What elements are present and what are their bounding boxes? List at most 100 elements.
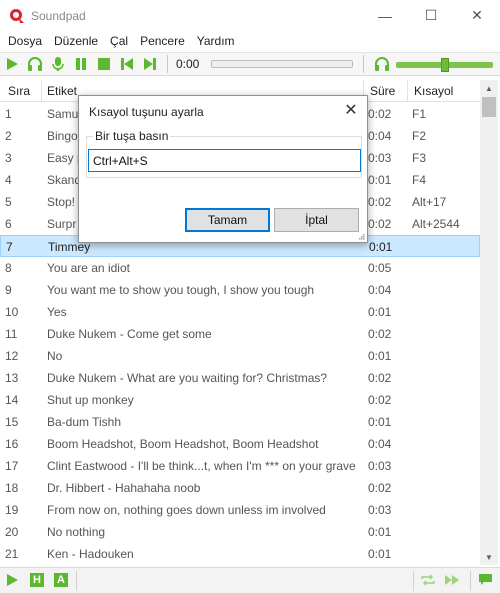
play-icon: [7, 574, 18, 586]
row-index: 10: [5, 305, 19, 319]
scroll-up-arrow-icon[interactable]: ▲: [480, 80, 498, 96]
soundpad-logo-icon: [9, 8, 25, 24]
row-tag: Stop!: [47, 195, 76, 209]
column-header-shortcut[interactable]: Kısayol: [414, 84, 453, 98]
row-duration: 0:01: [368, 547, 392, 561]
row-duration: 0:02: [368, 481, 392, 495]
play-icon: [6, 58, 18, 70]
row-index: 8: [5, 261, 12, 275]
column-divider[interactable]: [41, 80, 42, 102]
cancel-button[interactable]: İptal: [274, 208, 359, 232]
table-row[interactable]: 13 Duke Nukem - What are you waiting for?…: [0, 367, 480, 389]
table-row[interactable]: 20 No nothing 0:01: [0, 521, 480, 543]
status-play-button[interactable]: [5, 573, 19, 590]
table-row[interactable]: 18 Dr. Hibbert - Hahahaha noob 0:02: [0, 477, 480, 499]
close-button[interactable]: ✕: [454, 0, 500, 31]
column-header-tag[interactable]: Etiket: [47, 84, 77, 98]
volume-slider-thumb[interactable]: [441, 58, 449, 72]
row-tag: Duke Nukem - What are you waiting for? C…: [47, 371, 328, 385]
title-bar: Soundpad — ☐ ✕: [0, 0, 500, 31]
minimize-button[interactable]: —: [362, 0, 408, 31]
hotkey-input[interactable]: [88, 149, 361, 172]
column-header-index[interactable]: Sıra: [8, 84, 30, 98]
previous-icon: [120, 58, 133, 70]
row-duration: 0:01: [368, 415, 392, 429]
window-title: Soundpad: [31, 8, 86, 23]
row-index: 6: [5, 217, 12, 231]
column-divider[interactable]: [407, 80, 408, 102]
row-duration: 0:05: [368, 261, 392, 275]
row-tag: Surpr: [47, 217, 77, 231]
menu-dosya[interactable]: Dosya: [2, 34, 48, 48]
row-shortcut: F4: [412, 173, 427, 187]
row-index: 3: [5, 151, 12, 165]
dialog-close-button[interactable]: ✕: [341, 100, 361, 120]
table-row[interactable]: 15 Ba-dum Tishh 0:01: [0, 411, 480, 433]
column-header-duration[interactable]: Süre: [370, 84, 395, 98]
table-row[interactable]: 9 You want me to show you tough, I show y…: [0, 279, 480, 301]
table-row[interactable]: 8 You are an idiot 0:05: [0, 257, 480, 279]
toolbar-separator: [167, 55, 168, 73]
toolbar: 0:00: [0, 52, 500, 76]
previous-button[interactable]: [115, 53, 138, 75]
headphones-icon: [374, 57, 389, 71]
row-duration: 0:03: [368, 459, 392, 473]
table-row[interactable]: 11 Duke Nukem - Come get some 0:02: [0, 323, 480, 345]
scrollbar-thumb[interactable]: [482, 97, 496, 117]
scroll-down-arrow-icon[interactable]: ▼: [480, 549, 498, 565]
row-tag: Skand: [47, 173, 82, 187]
table-row[interactable]: 19 From now on, nothing goes down unless …: [0, 499, 480, 521]
menu-pencere[interactable]: Pencere: [134, 34, 191, 48]
stop-button[interactable]: [92, 53, 115, 75]
menu-cal[interactable]: Çal: [104, 34, 134, 48]
row-tag: You want me to show you tough, I show yo…: [47, 283, 315, 297]
row-duration: 0:01: [369, 240, 393, 254]
microphone-button[interactable]: [46, 53, 69, 75]
vertical-scrollbar[interactable]: ▲ ▼: [480, 80, 498, 565]
play-button[interactable]: [0, 53, 23, 75]
resize-grip-icon[interactable]: [357, 232, 365, 240]
table-row[interactable]: 12 No 0:01: [0, 345, 480, 367]
menu-duzenle[interactable]: Düzenle: [48, 34, 104, 48]
maximize-button[interactable]: ☐: [408, 0, 454, 31]
row-tag: Boom Headshot, Boom Headshot, Boom Heads…: [47, 437, 319, 451]
row-tag: Bingo: [47, 129, 78, 143]
status-divider: [76, 571, 77, 591]
pause-button[interactable]: [69, 53, 92, 75]
next-button[interactable]: [138, 53, 161, 75]
seek-bar[interactable]: [211, 60, 354, 68]
auto-toggle-button[interactable]: A: [54, 573, 68, 587]
row-index: 18: [5, 481, 19, 495]
table-row[interactable]: 14 Shut up monkey 0:02: [0, 389, 480, 411]
row-duration: 0:02: [368, 327, 392, 341]
volume-headphones-button[interactable]: [370, 53, 393, 75]
menu-yardim[interactable]: Yardım: [191, 34, 241, 48]
row-index: 4: [5, 173, 12, 187]
status-divider: [470, 571, 471, 591]
speech-button[interactable]: [478, 573, 493, 590]
row-shortcut: Alt+2544: [412, 217, 460, 231]
row-shortcut: F2: [412, 129, 427, 143]
row-tag: Yes: [47, 305, 67, 319]
skip-forward-button[interactable]: [444, 573, 460, 590]
headphones-button[interactable]: [23, 53, 46, 75]
row-shortcut: Alt+17: [412, 195, 447, 209]
pause-icon: [75, 58, 86, 70]
row-duration: 0:03: [368, 503, 392, 517]
row-tag: Samu: [47, 107, 79, 121]
table-row[interactable]: 21 Ken - Hadouken 0:01: [0, 543, 480, 565]
repeat-button[interactable]: [420, 573, 436, 590]
row-tag: Dr. Hibbert - Hahahaha noob: [47, 481, 201, 495]
status-divider: [413, 571, 414, 591]
row-duration: 0:04: [368, 283, 392, 297]
ok-button[interactable]: Tamam: [185, 208, 270, 232]
row-index: 15: [5, 415, 19, 429]
table-row[interactable]: 10 Yes 0:01: [0, 301, 480, 323]
next-icon: [143, 58, 156, 70]
row-tag: No nothing: [47, 525, 106, 539]
table-row[interactable]: 16 Boom Headshot, Boom Headshot, Boom Hea…: [0, 433, 480, 455]
row-index: 7: [6, 240, 13, 254]
table-row[interactable]: 17 Clint Eastwood - I'll be think...t, wh…: [0, 455, 480, 477]
hotkeys-toggle-button[interactable]: H: [30, 573, 44, 587]
speech-bubble-icon: [479, 574, 492, 585]
